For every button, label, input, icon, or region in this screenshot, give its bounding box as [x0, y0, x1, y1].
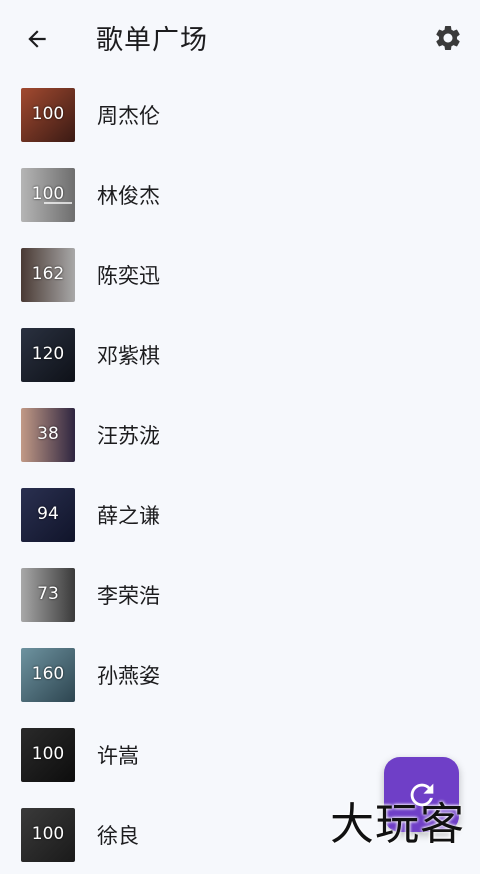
list-item[interactable]: 160 孙燕姿 — [0, 634, 480, 714]
playlist-name: 薛之谦 — [97, 504, 160, 528]
playlist-cover: 73 — [21, 568, 75, 622]
watermark: 大玩客 — [330, 799, 465, 850]
list-item[interactable]: 94 薛之谦 — [0, 474, 480, 554]
playlist-cover: 100 — [21, 88, 75, 142]
playlist-name: 邓紫棋 — [97, 344, 160, 368]
playlist-name: 李荣浩 — [97, 584, 160, 608]
playlist-name: 许嵩 — [97, 744, 139, 768]
playlist-cover: 100 — [21, 728, 75, 782]
playlist-name: 徐良 — [97, 824, 139, 848]
back-button[interactable] — [20, 22, 54, 56]
playlist-cover: 38 — [21, 408, 75, 462]
playlist-cover: 100 — [21, 808, 75, 862]
playlist-name: 林俊杰 — [97, 184, 160, 208]
track-count: 94 — [37, 504, 59, 524]
track-count: 162 — [31, 264, 65, 284]
track-count: 100 — [31, 744, 65, 764]
settings-button[interactable] — [430, 20, 466, 56]
playlist-cover: 94 — [21, 488, 75, 542]
track-count: 100 — [31, 824, 65, 844]
list-item[interactable]: 38 汪苏泷 — [0, 394, 480, 474]
list-item[interactable]: 120 邓紫棋 — [0, 314, 480, 394]
track-count: 100 — [31, 184, 65, 204]
playlist-name: 周杰伦 — [97, 104, 160, 128]
gear-icon — [436, 25, 460, 50]
playlist-name: 孙燕姿 — [97, 664, 160, 688]
list-item[interactable]: 162 陈奕迅 — [0, 234, 480, 314]
page-title: 歌单广场 — [96, 25, 208, 56]
playlist-cover: 120 — [21, 328, 75, 382]
list-item[interactable]: 100 周杰伦 — [0, 74, 480, 154]
list-item[interactable]: 73 李荣浩 — [0, 554, 480, 634]
track-count: 38 — [37, 424, 59, 444]
playlist-name: 陈奕迅 — [97, 264, 160, 288]
playlist-cover: 162 — [21, 248, 75, 302]
track-count: 160 — [31, 664, 65, 684]
track-count: 100 — [31, 104, 65, 124]
playlist-name: 汪苏泷 — [97, 424, 160, 448]
track-count: 120 — [31, 344, 65, 364]
arrow-left-icon — [28, 30, 46, 48]
track-count: 73 — [37, 584, 59, 604]
playlist-cover: 100 — [21, 168, 75, 222]
playlist-cover: 160 — [21, 648, 75, 702]
app-bar: 歌单广场 — [0, 0, 480, 74]
list-item[interactable]: 100 林俊杰 — [0, 154, 480, 234]
